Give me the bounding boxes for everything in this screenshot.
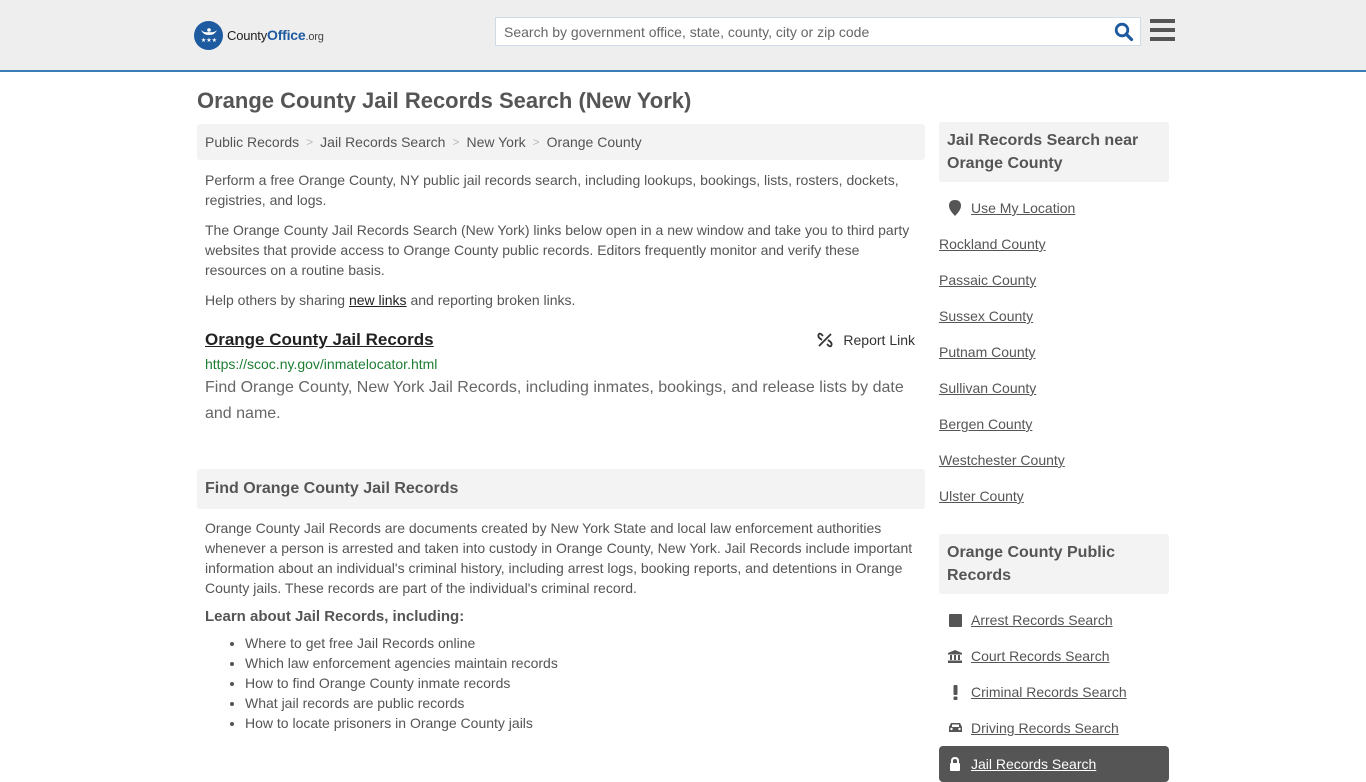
search-box [495,17,1141,46]
record-description: Find Orange County, New York Jail Record… [205,379,904,422]
public-record-item: Arrest Records Search [947,602,1169,638]
use-my-location-item: Use My Location [947,190,1169,226]
nearby-county-link[interactable]: Westchester County [939,452,1065,468]
broken-link-icon [817,332,833,348]
menu-bar [1150,28,1175,32]
nearby-county-link[interactable]: Putnam County [939,344,1036,360]
criminal-records-link[interactable]: Criminal Records Search [971,684,1127,700]
logo-office: Office [267,27,306,43]
disclaimer-paragraph: The Orange County Jail Records Search (N… [205,222,910,278]
nearby-county-list: Rockland County Passaic County Sussex Co… [931,226,1169,514]
use-my-location-link[interactable]: Use My Location [971,200,1075,216]
public-records-heading: Orange County Public Records [939,534,1169,594]
new-links-link[interactable]: new links [349,292,407,308]
logo-county: County [227,28,267,43]
learn-item: Where to get free Jail Records online [245,633,925,653]
square-icon [947,613,963,627]
breadcrumb-jail-records-search[interactable]: Jail Records Search [320,134,445,150]
nearby-county-item: Putnam County [939,334,1169,370]
nearby-county-item: Rockland County [939,226,1169,262]
share-paragraph: Help others by sharing new links and rep… [197,290,925,310]
intro-paragraph: Perform a free Orange County, NY public … [205,172,899,208]
sidebar: Jail Records Search near Orange County U… [939,122,1169,782]
public-record-item: Court Records Search [947,638,1169,674]
learn-item: How to locate prisoners in Orange County… [245,713,925,733]
learn-item: How to find Orange County inmate records [245,673,925,693]
public-record-item: Driving Records Search [947,710,1169,746]
nearby-county-link[interactable]: Sullivan County [939,380,1036,396]
find-section-heading: Find Orange County Jail Records [197,469,925,509]
exclamation-icon [947,684,963,700]
search-button[interactable] [1114,22,1134,42]
courthouse-icon [947,649,963,663]
learn-item: Which law enforcement agencies maintain … [245,653,925,673]
seal-icon: ★★★ [194,20,223,50]
search-icon [1114,22,1134,42]
top-header: ★★★ CountyOffice.org [0,0,1366,72]
breadcrumb-new-york[interactable]: New York [466,134,525,150]
svg-text:★★★: ★★★ [200,37,216,44]
driving-records-link[interactable]: Driving Records Search [971,720,1119,736]
learn-list: Where to get free Jail Records online Wh… [197,633,925,733]
nearby-county-item: Bergen County [939,406,1169,442]
countyoffice-logo[interactable]: ★★★ CountyOffice.org [194,20,324,50]
find-section-body: Orange County Jail Records are documents… [205,520,913,596]
nearby-county-item: Westchester County [939,442,1169,478]
nearby-heading: Jail Records Search near Orange County [939,122,1169,182]
logo-wordmark: CountyOffice.org [227,27,324,43]
breadcrumb-separator: > [452,135,460,149]
share-text: Help others by sharing [205,292,349,308]
nearby-county-link[interactable]: Sussex County [939,308,1033,324]
record-listing: Orange County Jail Records Report Link h… [197,330,925,427]
breadcrumb-separator: > [306,135,314,149]
map-marker-icon [947,200,963,216]
public-record-item-active: Jail Records Search [939,746,1169,782]
nearby-county-item: Passaic County [939,262,1169,298]
nearby-county-item: Sullivan County [939,370,1169,406]
search-input[interactable] [496,18,1096,45]
report-link-label: Report Link [843,332,915,348]
nearby-county-link[interactable]: Rockland County [939,236,1046,252]
nearby-county-item: Sussex County [939,298,1169,334]
public-record-item: Criminal Records Search [947,674,1169,710]
jail-records-link[interactable]: Jail Records Search [971,756,1096,772]
lock-icon [947,757,963,771]
nearby-county-item: Ulster County [939,478,1169,514]
menu-bar [1150,37,1175,41]
court-records-link[interactable]: Court Records Search [971,648,1110,664]
learn-item: What jail records are public records [245,693,925,713]
car-icon [947,722,963,734]
page-title: Orange County Jail Records Search (New Y… [197,88,692,113]
nearby-county-link[interactable]: Bergen County [939,416,1032,432]
share-text-end: and reporting broken links. [406,292,576,308]
breadcrumb-separator: > [532,135,540,149]
report-link-button[interactable]: Report Link [817,332,915,348]
record-url: https://scoc.ny.gov/inmatelocator.html [205,356,438,372]
nearby-list: Use My Location [939,190,1169,226]
breadcrumb-public-records[interactable]: Public Records [205,134,299,150]
breadcrumb: Public Records > Jail Records Search > N… [197,124,925,160]
arrest-records-link[interactable]: Arrest Records Search [971,612,1113,628]
logo-org: .org [305,31,324,43]
nearby-county-link[interactable]: Passaic County [939,272,1036,288]
breadcrumb-orange-county[interactable]: Orange County [547,134,642,150]
main-content: Public Records > Jail Records Search > N… [197,124,925,733]
menu-bar [1150,19,1175,23]
record-title-link[interactable]: Orange County Jail Records [205,330,434,350]
hamburger-menu-button[interactable] [1150,19,1175,41]
learn-heading: Learn about Jail Records, including: [205,608,465,625]
nearby-county-link[interactable]: Ulster County [939,488,1024,504]
public-records-list: Arrest Records Search Court Records Sear… [939,602,1169,782]
